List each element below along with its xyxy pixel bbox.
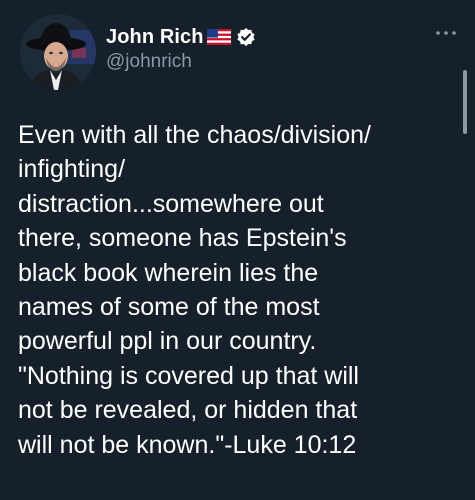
scrollbar-thumb[interactable]: [463, 70, 467, 134]
avatar[interactable]: [20, 14, 96, 90]
more-options-icon[interactable]: [432, 26, 460, 40]
tweet-text-line: black book wherein lies the: [18, 258, 319, 287]
tweet-text: Even with all the chaos/division/ infigh…: [18, 118, 458, 462]
author-display-name[interactable]: John Rich: [106, 26, 204, 49]
author-block: John Rich @johnrich: [106, 24, 256, 73]
tweet-text-line: Even with all the chaos/division/: [18, 121, 371, 149]
avatar-image: [20, 14, 96, 90]
tweet-text-line: there, someone has Epstein's: [18, 224, 347, 253]
tweet-text-line: infighting/: [18, 155, 126, 184]
tweet-text-line: not be revealed, or hidden that: [18, 396, 358, 425]
tweet-text-line: "Nothing is covered up that will: [18, 361, 359, 390]
tweet-text-line: names of some of the most: [18, 293, 320, 322]
tweet-text-line: distraction...somewhere out: [18, 189, 324, 218]
tweet-text-line: will not be known."-Luke 10:12: [18, 430, 357, 459]
author-handle[interactable]: @johnrich: [106, 51, 256, 73]
tweet-card: John Rich @johnrich Even with all the ch…: [0, 0, 475, 500]
tweet-text-line: powerful ppl in our country.: [18, 327, 317, 356]
verified-badge-icon: [236, 27, 256, 47]
us-flag-icon: [206, 29, 231, 45]
author-name-row: John Rich: [106, 24, 256, 50]
